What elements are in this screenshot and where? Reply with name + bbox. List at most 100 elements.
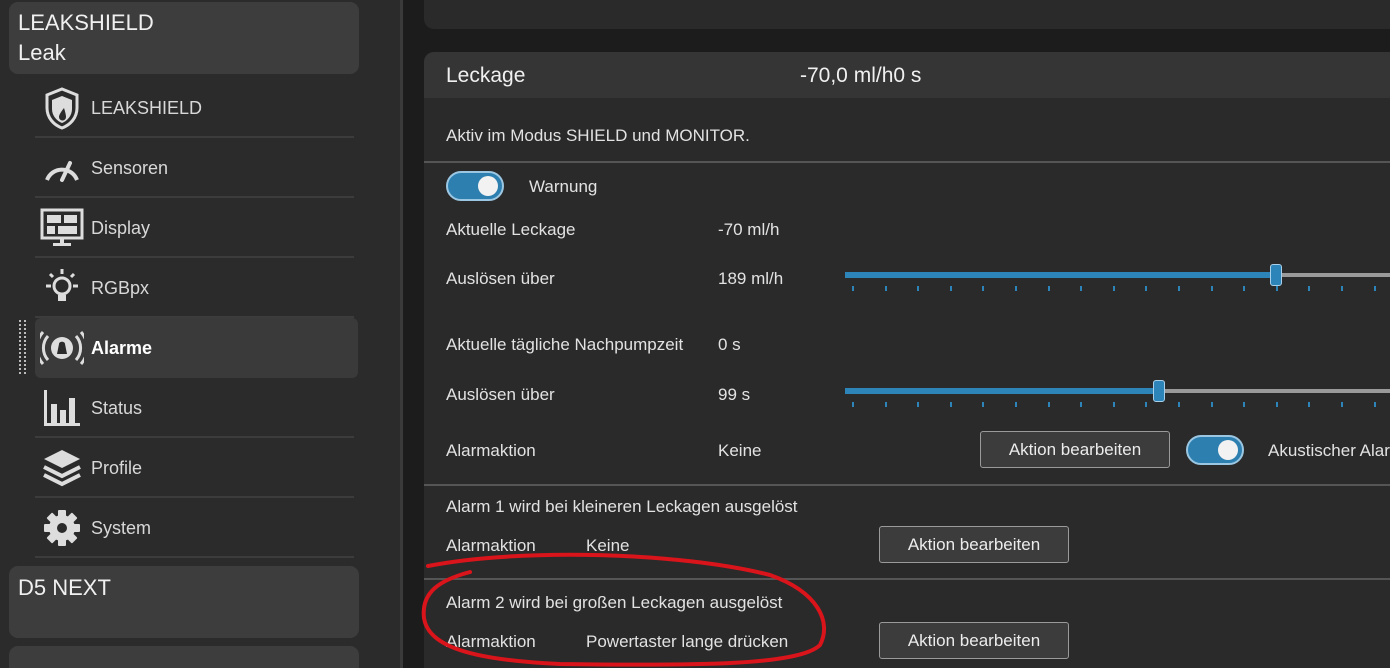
shield-drop-icon (40, 86, 84, 130)
slider-tick (1275, 402, 1278, 407)
sidebar-item-label: RGBpx (91, 277, 150, 298)
current-leak-label: Aktuelle Leckage (446, 220, 576, 239)
slider-tick (1112, 402, 1115, 407)
drag-dot (19, 324, 21, 326)
slider-tick (917, 286, 920, 291)
slider-tick (1080, 286, 1083, 291)
toggle-knob (1218, 440, 1238, 460)
drag-dot (24, 340, 26, 342)
alarm1-edit-action-button[interactable]: Aktion bearbeiten (879, 526, 1069, 563)
drag-dot (19, 328, 21, 330)
slider-tick (1341, 402, 1343, 407)
slider-tick (1341, 286, 1343, 291)
slider-tick (1145, 286, 1148, 291)
alarm-bell-icon (40, 326, 84, 370)
drag-dot (19, 344, 21, 346)
device-card-d5next[interactable]: D5 NEXT (9, 566, 359, 638)
warning-label: Warnung (529, 177, 598, 196)
leak-trigger-value: 189 ml/h (718, 269, 784, 288)
sidebar-item-system[interactable]: System (35, 498, 358, 558)
sidebar: LEAKSHIELD Leak LEAKSHIELD Sensoren Disp… (0, 0, 400, 668)
pump-trigger-value: 99 s (718, 385, 751, 404)
toggle-knob (478, 176, 498, 196)
sidebar-item-display[interactable]: Display (35, 198, 358, 258)
divider (424, 578, 1390, 580)
current-leak-value: -70 ml/h (718, 220, 780, 239)
alarm2-action-value: Powertaster lange drücken (586, 632, 789, 651)
sidebar-item-status[interactable]: Status (35, 378, 358, 438)
previous-panel (424, 0, 1390, 29)
slider-tick (1047, 286, 1050, 291)
drag-dot (24, 328, 26, 330)
display-icon (40, 206, 84, 250)
slider-tick (917, 402, 920, 407)
sidebar-item-alarme[interactable]: Alarme (35, 318, 358, 378)
current-pump-value: 0 s (718, 335, 741, 354)
drag-dot (24, 368, 26, 370)
alarm2-title: Alarm 2 wird bei großen Leckagen ausgelö… (446, 593, 783, 612)
slider-tick (1080, 402, 1083, 407)
slider-tick (1275, 286, 1278, 291)
pump-trigger-slider[interactable] (845, 380, 1390, 412)
gauge-icon (40, 146, 84, 190)
slider-thumb[interactable] (1270, 264, 1282, 286)
slider-tick (852, 402, 854, 407)
slider-tick (1243, 402, 1246, 407)
slider-tick (884, 402, 887, 407)
drag-dot (24, 372, 26, 374)
acoustic-alarm-toggle[interactable] (1186, 435, 1244, 465)
slider-tick (1210, 402, 1213, 407)
drag-dot (24, 320, 26, 322)
panel-title: Leckage (446, 64, 526, 87)
alarm1-title: Alarm 1 wird bei kleineren Leckagen ausg… (446, 497, 798, 516)
slider-tick (1047, 402, 1050, 407)
gear-icon (40, 506, 84, 550)
sidebar-item-rgbpx[interactable]: RGBpx (35, 258, 358, 318)
drag-dot (24, 344, 26, 346)
alarm-action-label: Alarmaktion (446, 441, 536, 460)
device-card-next[interactable] (9, 646, 359, 668)
slider-tick (1243, 286, 1246, 291)
slider-tick (852, 286, 854, 291)
sidebar-item-leakshield[interactable]: LEAKSHIELD (35, 78, 358, 138)
slider-fill (845, 272, 1276, 278)
warning-toggle[interactable] (446, 171, 504, 201)
device-card-leakshield[interactable]: LEAKSHIELD Leak (9, 2, 359, 74)
drag-dot (19, 364, 21, 366)
alarm2-edit-action-button[interactable]: Aktion bearbeiten (879, 622, 1069, 659)
panel-description: Aktiv im Modus SHIELD und MONITOR. (446, 126, 750, 145)
sidebar-item-label: Status (91, 397, 143, 418)
sidebar-item-label: System (91, 517, 152, 538)
layers-icon (40, 446, 84, 490)
edit-action-button[interactable]: Aktion bearbeiten (980, 431, 1170, 468)
device-title: LEAKSHIELD (18, 10, 154, 35)
drag-dot (19, 332, 21, 334)
drag-dot (24, 364, 26, 366)
slider-tick (1145, 402, 1148, 407)
slider-tick (982, 286, 985, 291)
slider-fill (845, 388, 1159, 394)
leak-trigger-slider[interactable] (845, 264, 1390, 296)
slider-tick (949, 402, 952, 407)
slider-tick (1373, 286, 1376, 291)
acoustic-alarm-label: Akustischer Alarm (1268, 441, 1390, 460)
bar-chart-icon (40, 386, 84, 430)
sidebar-item-sensoren[interactable]: Sensoren (35, 138, 358, 198)
leak-trigger-label: Auslösen über (446, 269, 555, 288)
device-subtitle: Leak (18, 40, 66, 65)
slider-thumb[interactable] (1153, 380, 1165, 402)
slider-tick (1308, 402, 1311, 407)
slider-tick (1210, 286, 1213, 291)
sidebar-item-label: Display (91, 217, 151, 238)
drag-dot (19, 340, 21, 342)
sidebar-item-label: Profile (91, 457, 143, 478)
alarm2-action-label: Alarmaktion (446, 632, 536, 651)
drag-dot (19, 336, 21, 338)
divider (35, 556, 354, 558)
drag-handle[interactable] (19, 320, 29, 380)
sidebar-item-profile[interactable]: Profile (35, 438, 358, 498)
slider-tick (1015, 286, 1017, 291)
pump-trigger-label: Auslösen über (446, 385, 555, 404)
drag-dot (24, 356, 26, 358)
divider (424, 484, 1390, 486)
